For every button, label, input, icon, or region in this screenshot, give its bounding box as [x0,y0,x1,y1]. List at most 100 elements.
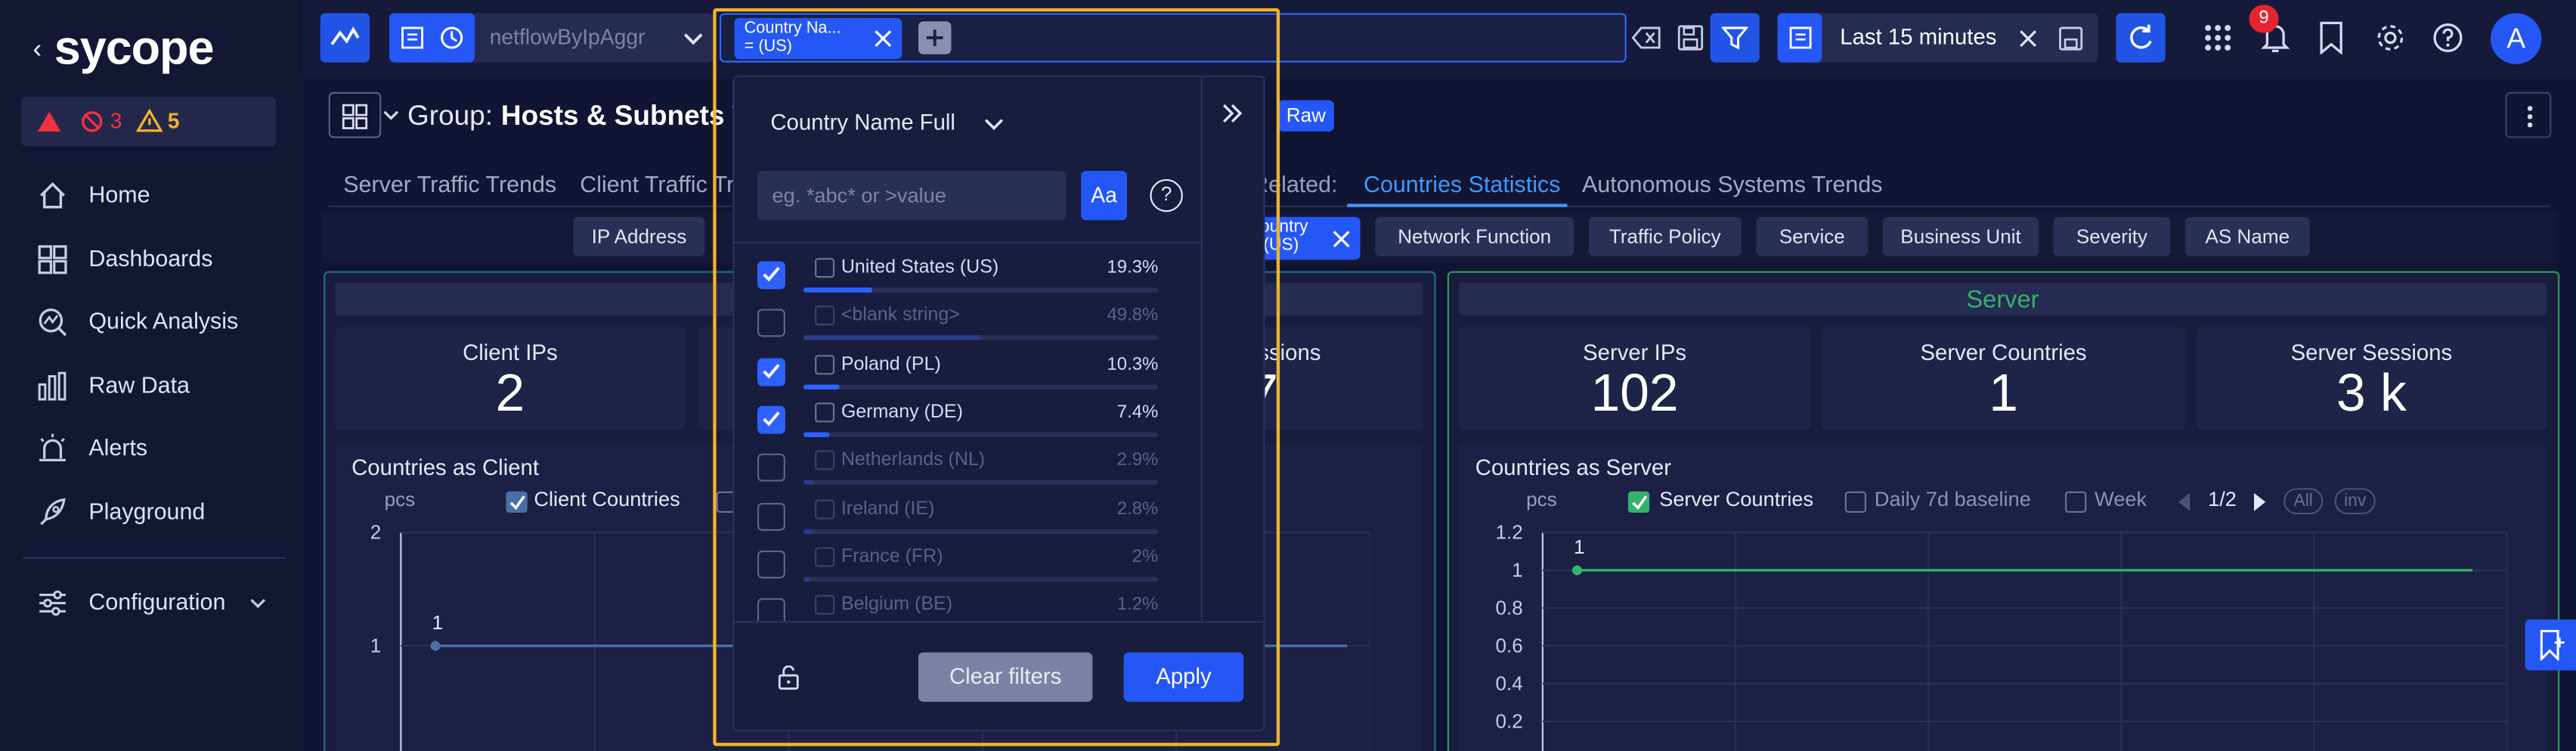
tab-autonomous-systems-trends[interactable]: Autonomous Systems Trends [1582,171,1882,197]
chevron-down-icon[interactable] [984,118,1004,131]
baseline-checkbox[interactable] [1844,491,1867,513]
list-item[interactable]: <blank string> 49.8% [735,299,1201,347]
pill-country-active[interactable]: ountry (US) [1250,216,1361,260]
country-filter-chip[interactable]: Country Na... = (US) [734,17,903,60]
kpi-server-ips: Server IPs 102 [1459,327,1811,431]
pill-business-unit[interactable]: Business Unit [1882,216,2039,256]
nav-home[interactable]: Home [0,171,302,220]
raw-badge[interactable]: Raw [1277,100,1334,132]
gear-icon[interactable] [2374,21,2407,54]
close-icon[interactable] [2019,29,2037,48]
nav-raw-data[interactable]: Raw Data [0,362,302,411]
week-checkbox[interactable] [2065,491,2087,513]
refresh-button[interactable] [2116,13,2166,63]
pill-as-name[interactable]: AS Name [2184,216,2310,256]
exclude-checkbox[interactable] [815,498,835,519]
pill-ip-address[interactable]: IP Address [573,216,705,256]
tab-countries-statistics[interactable]: Countries Statistics [1364,171,1560,197]
next-page-icon[interactable] [2252,492,2269,513]
chevron-down-icon [683,33,703,45]
nav-dashboards[interactable]: Dashboards [0,235,302,284]
include-checkbox[interactable] [757,261,785,290]
clear-filters-button[interactable]: Clear filters [918,652,1093,702]
apps-grid-icon[interactable] [2203,23,2233,52]
exclude-checkbox[interactable] [815,547,835,567]
add-filter-button[interactable] [918,21,952,54]
calendar-button[interactable] [1777,13,1822,63]
case-sensitive-button[interactable]: Aa [1081,170,1128,221]
field-selector-label[interactable]: Country Name Full [770,110,955,135]
help-icon[interactable]: ? [1150,178,1183,213]
list-item[interactable]: Germany (DE) 7.4% [735,396,1201,443]
include-checkbox[interactable] [757,501,785,530]
list-item[interactable]: Netherlands (NL) 2.9% [735,444,1201,492]
exclude-checkbox[interactable] [815,402,835,423]
chevron-down-icon[interactable] [382,110,399,122]
list-item[interactable]: Ireland (IE) 2.8% [735,492,1201,540]
trend-button[interactable] [320,13,370,63]
avatar[interactable]: A [2490,13,2542,64]
prev-page-icon[interactable] [2175,492,2192,513]
include-checkbox[interactable] [757,598,785,622]
help-icon[interactable] [2432,21,2464,54]
close-icon[interactable] [1333,230,1351,248]
pill-traffic-policy[interactable]: Traffic Policy [1588,216,1742,256]
list-item[interactable]: United States (US) 19.3% [735,251,1201,299]
save-icon[interactable] [2058,26,2083,51]
alerts-summary[interactable]: 3 5 [21,97,277,147]
bookmark-icon[interactable] [2318,21,2345,54]
include-checkbox[interactable] [757,550,785,579]
list-item[interactable]: Poland (PL) 10.3% [735,348,1201,396]
pill-service[interactable]: Service [1756,216,1869,256]
bookmark-add-button[interactable] [2525,619,2576,671]
nav-configuration[interactable]: Configuration [0,579,302,628]
tab-client-traffic-trends[interactable]: Client Traffic Tr [580,171,734,197]
filter-button[interactable] [1710,13,1760,63]
include-checkbox[interactable] [757,454,785,483]
filter-values-popup: Country Name Full eg. *abc* or >value Aa… [732,75,1265,731]
history-icon[interactable] [438,25,465,51]
stream-icon[interactable] [401,26,423,49]
unlock-icon[interactable] [777,666,800,690]
include-checkbox[interactable] [757,357,785,386]
exclude-checkbox[interactable] [815,594,835,615]
source-selector[interactable]: netflowByIpAggr [389,13,714,63]
all-button[interactable]: All [2283,488,2324,515]
value-search-input[interactable]: eg. *abc* or >value [757,170,1067,221]
include-checkbox[interactable] [757,309,785,338]
nav-quick-analysis[interactable]: Quick Analysis [0,297,302,346]
list-item[interactable]: Belgium (BE) 1.2% [735,588,1201,622]
clear-input-icon[interactable] [1631,26,1661,49]
exclude-checkbox[interactable] [815,450,835,470]
check-icon [763,363,780,378]
nav-alerts-label: Alerts [88,433,148,461]
y-tick-label: 1 [1512,559,1523,582]
nav-playground[interactable]: Playground [0,488,302,537]
source-buttons [389,13,475,63]
list-item[interactable]: France (FR) 2% [735,540,1201,588]
apply-button[interactable]: Apply [1123,652,1244,702]
exclude-checkbox[interactable] [815,354,835,374]
more-menu-button[interactable] [2505,92,2552,138]
include-checkbox[interactable] [757,405,785,434]
close-icon[interactable] [874,29,892,48]
time-range-selector[interactable]: Last 15 minutes [1777,13,2098,63]
nav-alerts[interactable]: Alerts [0,424,302,473]
value-name: Netherlands (NL) [841,450,986,470]
expand-double-chevron-icon[interactable] [1221,104,1243,123]
pill-severity[interactable]: Severity [2053,216,2171,256]
exclude-checkbox[interactable] [815,306,835,326]
inv-button[interactable]: inv [2334,488,2376,515]
exclude-checkbox[interactable] [815,258,835,278]
client-series-checkbox[interactable] [506,491,528,513]
tab-server-traffic-trends[interactable]: Server Traffic Trends [343,171,556,197]
collapse-chevron-icon[interactable]: ‹ [33,36,42,66]
save-icon[interactable] [1677,25,1704,51]
analysis-icon [39,308,67,337]
sidebar-divider [23,557,286,559]
layout-button[interactable] [328,92,382,138]
layout-icon [342,104,368,129]
value-name: <blank string> [841,306,960,326]
server-series-checkbox[interactable] [1627,491,1650,513]
pill-network-function[interactable]: Network Function [1375,216,1574,256]
